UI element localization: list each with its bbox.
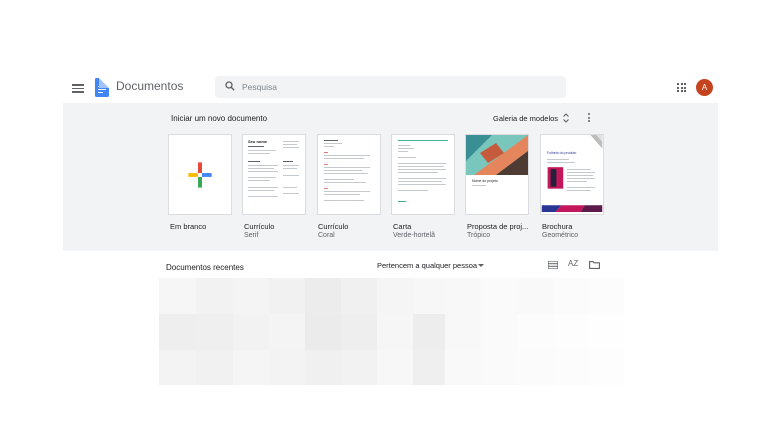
sort-az-icon[interactable]: AZ [568,259,578,268]
plus-icon [188,162,212,188]
search-icon[interactable] [225,81,235,91]
recent-documents-grid [159,278,624,385]
template-label-resume-serif: Currículo [244,222,275,231]
more-options-icon[interactable] [588,113,591,123]
template-card-resume-coral[interactable] [317,134,381,215]
template-card-proposal-tropic[interactable]: Nome do projeto [465,134,529,215]
template-card-blank[interactable] [168,134,232,215]
account-avatar[interactable]: A [696,79,713,96]
list-view-icon[interactable] [548,261,558,269]
folder-picker-icon[interactable] [589,261,600,269]
template-sub-resume-serif: Serif [244,232,259,239]
dropdown-caret-icon[interactable] [478,264,484,267]
template-card-brochure-geometric[interactable]: Folheto do produto [540,134,604,215]
template-label-resume-coral: Currículo [318,222,349,231]
brochure-title-text: Folheto do produto [547,151,577,155]
template-label-brochure-geometric: Brochura [542,222,573,231]
template-sub-letter-mint: Verde-hortelã [393,232,436,239]
expand-collapse-icon[interactable] [562,112,570,124]
proposal-title-text: Nome do projeto [472,179,498,183]
resume-name-text: Seu nome [248,139,268,144]
owner-filter-dropdown[interactable]: Pertencem a qualquer pessoa [377,261,477,270]
template-label-letter-mint: Carta [393,222,412,231]
hamburger-menu-icon[interactable] [72,84,84,93]
google-apps-icon[interactable] [677,83,686,92]
template-label-blank: Em branco [170,222,207,231]
template-card-resume-serif[interactable]: Seu nome [242,134,306,215]
template-gallery-button[interactable]: Galeria de modelos [493,114,558,123]
tropic-cover-art [466,135,528,175]
recent-documents-title: Documentos recentes [166,263,244,272]
template-section-title: Iniciar um novo documento [171,114,268,123]
template-sub-proposal-tropic: Trópico [467,232,491,239]
template-label-proposal-tropic: Proposta de proj... [467,222,529,231]
search-input[interactable] [242,79,542,95]
template-sub-resume-coral: Coral [318,232,335,239]
template-sub-brochure-geometric: Geométrico [542,232,579,239]
docs-logo-icon[interactable] [95,78,109,97]
template-card-letter-mint[interactable] [391,134,455,215]
app-title[interactable]: Documentos [116,79,183,93]
search-bar[interactable] [215,76,566,98]
